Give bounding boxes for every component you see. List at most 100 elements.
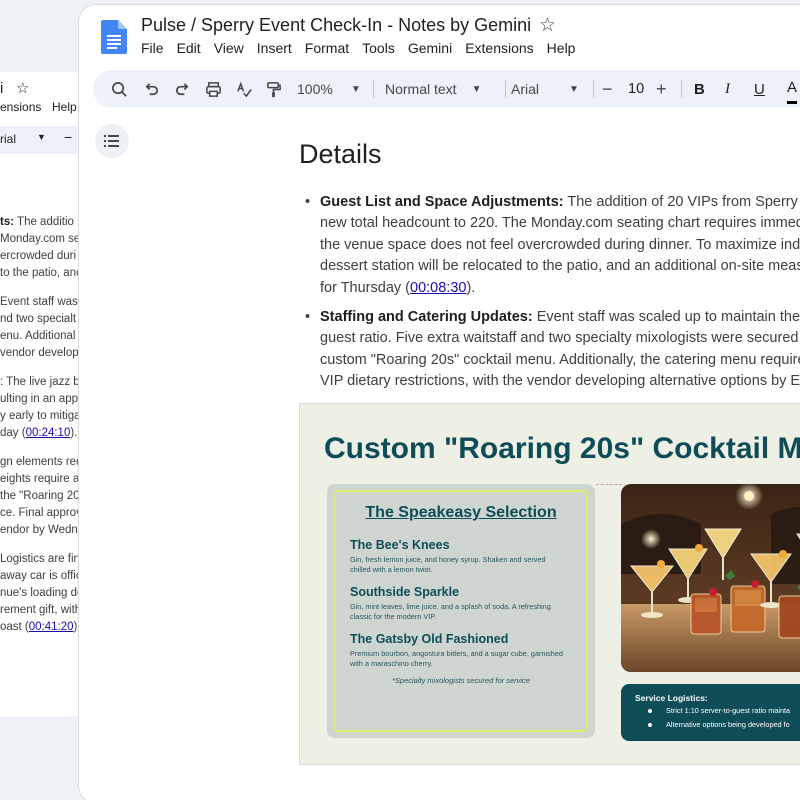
text-line: new total headcount to 220. The Monday.c… (320, 213, 800, 234)
timestamp-link[interactable]: 00:08:30 (410, 280, 466, 296)
line-text: Event staff was (0, 296, 78, 308)
section-heading: Details (299, 139, 382, 169)
menu-edit[interactable]: Edit (177, 40, 201, 56)
font-size-input[interactable]: 10 (628, 70, 644, 108)
logistics-title: Service Logistics: (635, 693, 708, 703)
cocktail-photo (621, 484, 800, 672)
line-text: oast ( (0, 621, 29, 633)
embedded-menu-image[interactable]: Custom "Roaring 20s" Cocktail Men The Sp… (299, 403, 800, 765)
bold-label: Staffing and Catering Updates: (320, 309, 533, 325)
document-title[interactable]: Pulse / Sperry Event Check-In - Notes by… (141, 15, 531, 36)
menu-card-title: Custom "Roaring 20s" Cocktail Men (324, 432, 800, 465)
chevron-down-icon: ▼ (350, 83, 361, 95)
background-menu-extensions[interactable]: ensions (0, 100, 41, 114)
line-text: day ( (0, 427, 26, 439)
line-text: nd two specialt (0, 313, 77, 325)
zoom-select[interactable]: 100% ▼ (297, 70, 361, 108)
font-select[interactable]: Arial ▼ (511, 70, 579, 108)
cocktail-name: The Bee's Knees (350, 538, 450, 552)
underline-button[interactable]: U (754, 70, 765, 108)
decrease-font-size-button[interactable]: − (602, 70, 613, 108)
cocktail-description: Premium bourbon, angostura bitters, and … (350, 649, 563, 668)
dashed-connector (596, 484, 622, 485)
menu-extensions[interactable]: Extensions (465, 40, 533, 56)
background-minus-icon[interactable]: − (64, 129, 72, 145)
redo-icon[interactable] (174, 70, 191, 108)
bullet-staffing: Staffing and Catering Updates: Event sta… (320, 307, 800, 393)
background-font-select[interactable]: rial (0, 132, 16, 146)
line-text: The addition of 20 VIPs from Sperry Real… (567, 194, 800, 210)
search-icon[interactable] (111, 70, 128, 108)
line-text: for Thursday ( (320, 279, 410, 296)
line-text: Logistics are fin (0, 553, 80, 565)
menu-gemini[interactable]: Gemini (408, 40, 452, 56)
text-line: the venue space does not feel overcrowde… (320, 235, 800, 256)
menu-insert[interactable]: Insert (257, 40, 292, 56)
line-text: ulting in an appr (0, 393, 82, 405)
line-text: Monday.com se (0, 233, 81, 245)
line-text: y early to mitiga (0, 410, 81, 422)
background-title-fragment: i (0, 80, 4, 97)
increase-font-size-button[interactable]: + (656, 70, 667, 108)
speakeasy-selection-panel: The Speakeasy Selection The Bee's Knees … (327, 484, 595, 738)
line-text: the venue space does not feel overcrowde… (320, 236, 800, 253)
background-star-icon[interactable]: ☆ (16, 79, 29, 97)
paragraph-style-select[interactable]: Normal text ▼ (385, 70, 481, 108)
menu-file[interactable]: File (141, 40, 164, 56)
line-text: ercrowded duri (0, 250, 77, 262)
timestamp-link[interactable]: 00:24:10 (26, 427, 71, 439)
toolbar-divider (505, 80, 506, 98)
text-color-button[interactable]: A (787, 74, 798, 104)
italic-button[interactable]: I (725, 70, 730, 108)
bullet-guest-list: Guest List and Space Adjustments: The ad… (320, 192, 800, 299)
cocktail-name: The Gatsby Old Fashioned (350, 632, 509, 646)
line-text: : The live jazz ba (0, 376, 87, 388)
line-text: the "Roaring 20 (0, 490, 80, 502)
line-text: rement gift, with (0, 604, 82, 616)
line-text: ce. Final approv (0, 507, 82, 519)
text-line: dessert station will be relocated to the… (320, 256, 800, 277)
line-text: enu. Additional (0, 330, 76, 342)
line-text: custom "Roaring 20s" cocktail menu. Addi… (320, 351, 800, 368)
line-text: endor by Wedne (0, 524, 85, 536)
line-text: to the patio, anc (0, 267, 82, 279)
document-outline-button[interactable] (95, 124, 129, 158)
bullet-marker: • (305, 309, 311, 325)
list-icon (104, 135, 119, 147)
text-line: for Thursday (00:08:30). (320, 278, 800, 299)
toolbar: 100% ▼ Normal text ▼ Arial ▼ − 10 + B I … (93, 70, 800, 108)
selection-title: The Speakeasy Selection (365, 504, 557, 521)
chevron-down-icon: ▼ (471, 83, 482, 95)
bold-button[interactable]: B (694, 70, 705, 108)
cocktail-description: Gin, fresh lemon juice, and honey syrup.… (350, 555, 546, 574)
line-text: away car is offic (0, 570, 82, 582)
menu-format[interactable]: Format (305, 40, 349, 56)
background-menu-help[interactable]: Help (52, 100, 77, 114)
google-docs-icon[interactable] (101, 20, 127, 54)
docs-window: Pulse / Sperry Event Check-In - Notes by… (78, 4, 800, 800)
toolbar-divider (681, 80, 682, 98)
background-chevron-down-icon[interactable]: ▼ (37, 132, 46, 142)
menu-tools[interactable]: Tools (362, 40, 395, 56)
font-value: Arial (511, 81, 540, 97)
line-text: The additio (14, 216, 74, 228)
menu-view[interactable]: View (214, 40, 244, 56)
print-icon[interactable] (205, 70, 222, 108)
line-text: ). (466, 279, 476, 296)
selection-footnote: *Specialty mixologists secured for servi… (392, 676, 530, 685)
text-line: Guest List and Space Adjustments: The ad… (320, 192, 800, 213)
line-text: eights require a (0, 473, 80, 485)
bold-label: Guest List and Space Adjustments: (320, 194, 564, 210)
timestamp-link[interactable]: 00:41:20 (29, 621, 74, 633)
logistics-item: Strict 1:10 server-to-guest ratio mainta (666, 706, 791, 715)
text-line: Staffing and Catering Updates: Event sta… (320, 307, 800, 328)
menu-bar: File Edit View Insert Format Tools Gemin… (141, 40, 588, 56)
bold-label: ts: (0, 216, 15, 228)
bullet-marker (648, 723, 652, 727)
text-line: guest ratio. Five extra waitstaff and tw… (320, 328, 800, 349)
star-icon[interactable]: ☆ (539, 14, 556, 37)
menu-help[interactable]: Help (547, 40, 576, 56)
undo-icon[interactable] (143, 70, 160, 108)
spellcheck-icon[interactable] (236, 70, 253, 108)
paint-format-icon[interactable] (265, 70, 282, 108)
